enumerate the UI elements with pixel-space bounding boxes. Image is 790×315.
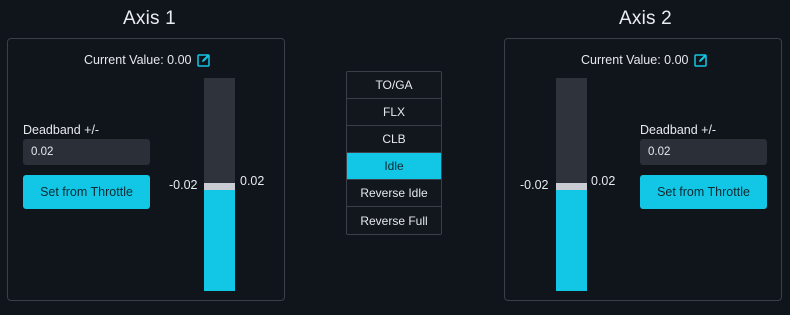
axis-2-bar [556,78,587,291]
axis-1-bar-deadband [204,183,235,190]
detent-item[interactable]: CLB [347,126,441,153]
detent-item[interactable]: FLX [347,99,441,126]
axis-1-deadband-label: Deadband +/- [23,123,100,137]
detent-item[interactable]: TO/GA [347,72,441,99]
axis-1-deadband-low: -0.02 [169,178,198,192]
detent-item[interactable]: Reverse Idle [347,180,441,207]
axis-2-deadband-high: 0.02 [591,174,616,188]
axis-2-panel: Current Value: 0.00 -0.02 0.02 Deadband … [504,38,782,301]
axis-2-current-value-label: Current Value: 0.00 [581,53,689,67]
axis-2-deadband-input[interactable] [640,139,767,165]
axis-2-title: Axis 2 [619,8,672,29]
axis-1-bar-fill [204,189,235,291]
axis-2-current-value: Current Value: 0.00 [581,53,708,67]
detent-list: TO/GA FLX CLB Idle Reverse Idle Reverse Full [346,71,442,235]
axis-2-deadband-low: -0.02 [520,178,549,192]
edit-icon[interactable] [197,53,211,67]
axis-2-bar-deadband [556,183,587,190]
detent-item[interactable]: Reverse Full [347,207,441,234]
edit-icon[interactable] [694,53,708,67]
axis-2-bar-fill [556,189,587,291]
axis-1-current-value-label: Current Value: 0.00 [84,53,192,67]
axis-1-panel: Current Value: 0.00 Deadband +/- Set fro… [7,38,285,301]
axis-1-set-from-throttle-button[interactable]: Set from Throttle [23,175,150,209]
axis-1-deadband-input[interactable] [23,139,150,165]
axis-1-current-value: Current Value: 0.00 [84,53,211,67]
axis-2-deadband-label: Deadband +/- [640,123,717,137]
axis-2-set-from-throttle-button[interactable]: Set from Throttle [640,175,767,209]
axis-1-bar [204,78,235,291]
axis-1-title: Axis 1 [123,8,176,29]
axis-1-deadband-high: 0.02 [240,174,265,188]
detent-item[interactable]: Idle [347,153,441,180]
